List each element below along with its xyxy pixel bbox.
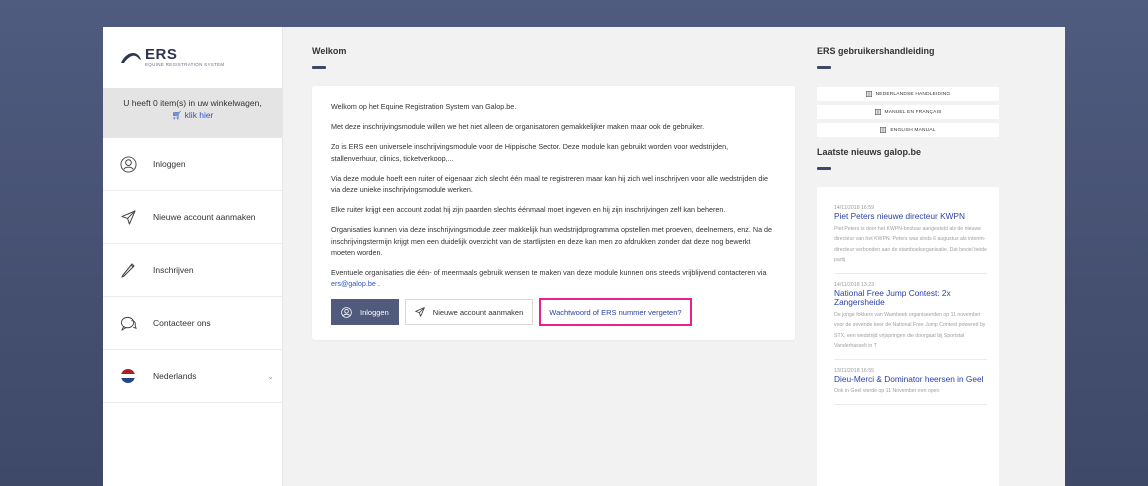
paper-plane-icon: [119, 208, 137, 226]
contact-paragraph: Eventuele organisaties die één- of meerm…: [331, 267, 776, 289]
sidebar-item-label: Nieuwe account aanmaken: [153, 212, 256, 222]
cart-icon: 🛒︎: [171, 110, 183, 120]
news-headline-link[interactable]: Piet Peters nieuwe directeur KWPN: [834, 211, 987, 222]
title-underline: [817, 167, 831, 170]
email-link[interactable]: ers@galop.be: [331, 279, 376, 288]
sidebar-item-label: Inloggen: [153, 159, 186, 169]
sidebar-item-contact[interactable]: Contacteer ons: [103, 297, 282, 350]
sidebar-item-register[interactable]: Inschrijven: [103, 244, 282, 297]
paragraph: Via deze module hoeft een ruiter of eige…: [331, 173, 768, 195]
chat-icon: [119, 314, 137, 332]
book-icon: [880, 127, 887, 133]
title-underline: [817, 66, 831, 69]
manual-label: NEDERLANDSE HANDLEIDING: [875, 91, 951, 97]
logo[interactable]: ERS EQUINE REGISTRATION SYSTEM: [103, 27, 282, 88]
main-content: Welkom Welkom op het Equine Registration…: [283, 27, 803, 486]
news-headline-link[interactable]: National Free Jump Contest: 2x Zangershe…: [834, 288, 987, 308]
news-item: 14/11/2018 13:23 National Free Jump Cont…: [834, 282, 987, 360]
book-icon: [865, 91, 872, 97]
news-item: 14/11/2018 16:59 Piet Peters nieuwe dire…: [834, 205, 987, 274]
paper-plane-icon: [414, 307, 425, 318]
sidebar-item-login[interactable]: Inloggen: [103, 138, 282, 191]
manual-label: MANUEL EN FRANÇAIS: [884, 109, 942, 115]
news-date: 13/11/2018 16:55: [834, 367, 874, 374]
news-feed: 14/11/2018 16:59 Piet Peters nieuwe dire…: [817, 187, 999, 486]
chevron-down-icon: ⌄: [267, 371, 274, 381]
sidebar-item-language[interactable]: Nederlands ⌄: [103, 350, 282, 403]
login-button-label: Inloggen: [360, 307, 389, 317]
right-column: ERS gebruikershandleiding NEDERLANDSE HA…: [803, 27, 1003, 486]
manual-link-nl[interactable]: NEDERLANDSE HANDLEIDING: [817, 87, 999, 101]
contact-suffix: .: [375, 279, 380, 289]
manual-list: NEDERLANDSE HANDLEIDING MANUEL EN FRANÇA…: [817, 87, 1003, 137]
paragraph: Elke ruiter krijgt een account zodat hij…: [331, 205, 726, 215]
horse-logo-icon: [120, 52, 142, 64]
new-account-button-label: Nieuwe account aanmaken: [432, 307, 524, 317]
paragraph: Met deze inschrijvingsmodule willen we h…: [331, 122, 705, 132]
user-icon: [119, 155, 137, 173]
sidebar-item-label: Inschrijven: [153, 265, 194, 275]
cart-link-label: klik hier: [184, 110, 214, 120]
action-buttons: Inloggen Nieuwe account aanmaken Wachtwo…: [331, 298, 776, 327]
book-icon: [874, 109, 881, 115]
welcome-card: Welkom op het Equine Registration System…: [312, 86, 795, 341]
logo-subtitle: EQUINE REGISTRATION SYSTEM: [145, 62, 225, 68]
news-excerpt: De jonge fokkers van Wambeek organiseerd…: [834, 311, 986, 350]
login-button[interactable]: Inloggen: [331, 299, 399, 326]
page-title: Welkom: [312, 46, 347, 56]
manual-title: ERS gebruikershandleiding: [817, 46, 935, 56]
cart-summary: U heeft 0 item(s) in uw winkelwagen, 🛒︎ …: [103, 88, 282, 138]
sidebar-item-label: Nederlands: [153, 371, 197, 381]
user-icon: [341, 307, 352, 318]
forgot-password-button[interactable]: Wachtwoord of ERS nummer vergeten?: [539, 298, 692, 327]
cart-text: U heeft 0 item(s) in uw winkelwagen,: [123, 98, 262, 108]
title-underline: [312, 66, 326, 69]
sidebar-item-label: Contacteer ons: [153, 318, 211, 328]
flag-nl-icon: [121, 369, 135, 383]
news-excerpt: Ook in Geel vierde op 11 November een op…: [834, 388, 940, 394]
pencil-icon: [119, 261, 137, 279]
news-date: 14/11/2018 13:23: [834, 281, 874, 288]
paragraph: Zo is ERS een universele inschrijvingsmo…: [331, 142, 729, 163]
paragraph: Welkom op het Equine Registration System…: [331, 102, 517, 111]
manual-label: ENGLISH MANUAL: [890, 127, 936, 133]
news-item: 13/11/2018 16:55 Dieu-Merci & Dominator …: [834, 368, 987, 405]
sidebar: ERS EQUINE REGISTRATION SYSTEM U heeft 0…: [103, 27, 283, 486]
cart-link[interactable]: 🛒︎ klik hier: [103, 110, 282, 121]
sidebar-item-new-account[interactable]: Nieuwe account aanmaken: [103, 191, 282, 244]
contact-text: Eventuele organisaties die één- of meerm…: [331, 268, 767, 278]
new-account-button[interactable]: Nieuwe account aanmaken: [404, 299, 534, 326]
logo-title: ERS: [145, 46, 178, 64]
news-headline-link[interactable]: Dieu-Merci & Dominator heersen in Geel: [834, 374, 987, 385]
manual-link-en[interactable]: ENGLISH MANUAL: [817, 123, 999, 137]
manual-link-fr[interactable]: MANUEL EN FRANÇAIS: [817, 105, 999, 119]
news-excerpt: Piet Peters is door het KWPN-bestuur aan…: [834, 225, 987, 264]
news-title: Laatste nieuws galop.be: [817, 147, 922, 157]
app-window: ERS EQUINE REGISTRATION SYSTEM U heeft 0…: [103, 27, 1065, 486]
paragraph: Organisaties kunnen via deze inschrijvin…: [331, 225, 773, 257]
